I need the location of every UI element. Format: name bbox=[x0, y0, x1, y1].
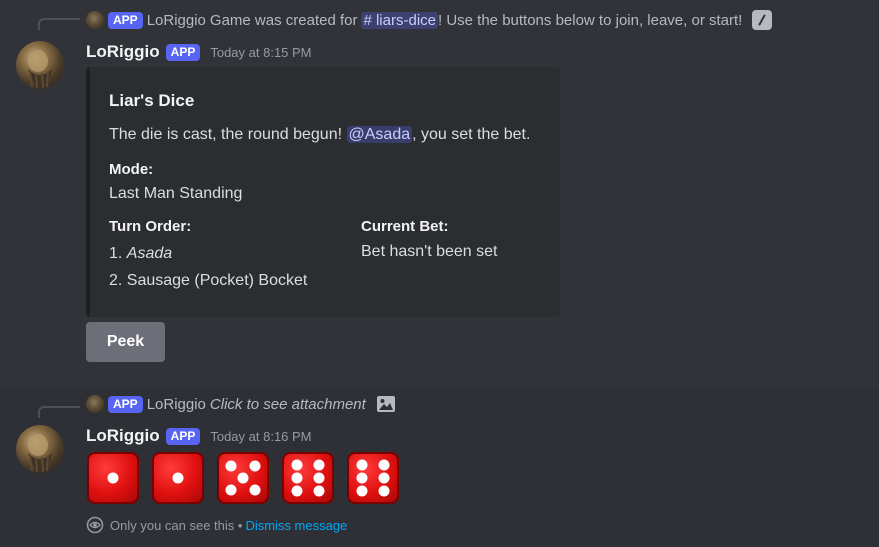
die-pip bbox=[356, 459, 368, 471]
mode-field-value: Last Man Standing bbox=[109, 185, 243, 202]
turn-order-field-name: Turn Order: bbox=[109, 218, 192, 235]
reply-author[interactable]: LoRiggio bbox=[147, 12, 206, 29]
die-pip bbox=[291, 472, 303, 484]
current-bet-field-value: Bet hasn't been set bbox=[361, 243, 498, 260]
reply-preview[interactable]: APP LoRiggio Game was created for # liar… bbox=[86, 10, 773, 30]
ephemeral-text: Only you can see this • bbox=[110, 517, 243, 533]
die-pip bbox=[313, 472, 325, 484]
slash-command-icon bbox=[752, 10, 773, 30]
user-mention[interactable]: @Asada bbox=[346, 126, 413, 143]
app-badge: APP bbox=[108, 11, 143, 29]
reply-connector bbox=[38, 18, 80, 30]
reply-author[interactable]: LoRiggio bbox=[147, 396, 206, 413]
eye-icon bbox=[86, 516, 104, 534]
message-header: LoRiggio APP Today at 8:15 PM bbox=[86, 42, 312, 62]
channel-mention[interactable]: # liars-dice bbox=[361, 11, 438, 29]
message-header: LoRiggio APP Today at 8:16 PM bbox=[86, 426, 312, 446]
dice-row bbox=[87, 452, 399, 504]
reply-connector bbox=[38, 406, 80, 418]
die-pip bbox=[225, 460, 237, 472]
ephemeral-notice: Only you can see this • Dismiss message bbox=[86, 516, 347, 534]
die-face-1 bbox=[87, 452, 139, 504]
embed-desc-after: , you set the bet. bbox=[412, 126, 531, 143]
dismiss-message-link[interactable]: Dismiss message bbox=[245, 518, 347, 533]
message-1: APP LoRiggio Game was created for # liar… bbox=[0, 0, 879, 388]
current-bet-field-name: Current Bet: bbox=[361, 218, 449, 235]
die-pip bbox=[249, 484, 261, 496]
peek-button[interactable]: Peek bbox=[86, 322, 165, 362]
turn-order-item: 2. Sausage (Pocket) Bocket bbox=[109, 272, 307, 290]
reply-avatar bbox=[86, 11, 104, 29]
app-badge: APP bbox=[108, 395, 143, 413]
embed-description: The die is cast, the round begun! @Asada… bbox=[109, 126, 530, 144]
reply-text-after: ! Use the buttons below to join, leave, … bbox=[438, 11, 743, 29]
embed-desc-before: The die is cast, the round begun! bbox=[109, 126, 343, 143]
die-pip bbox=[225, 484, 237, 496]
reply-avatar bbox=[86, 395, 104, 413]
die-pip bbox=[237, 472, 249, 484]
turn-order-player: 2. Sausage (Pocket) Bocket bbox=[109, 272, 308, 289]
die-pip bbox=[313, 485, 325, 497]
die-pip bbox=[378, 459, 390, 471]
turn-order-number: 1. bbox=[109, 245, 127, 262]
die-pip bbox=[249, 460, 261, 472]
author-name[interactable]: LoRiggio bbox=[86, 42, 160, 62]
die-pip bbox=[291, 485, 303, 497]
die-pip bbox=[291, 459, 303, 471]
author-avatar[interactable] bbox=[16, 425, 64, 473]
die-pip bbox=[378, 472, 390, 484]
die-pip bbox=[378, 485, 390, 497]
die-face-6 bbox=[347, 452, 399, 504]
author-avatar[interactable] bbox=[16, 41, 64, 89]
die-face-6 bbox=[282, 452, 334, 504]
timestamp[interactable]: Today at 8:16 PM bbox=[210, 429, 311, 444]
game-embed: Liar's Dice The die is cast, the round b… bbox=[86, 67, 560, 317]
turn-order-item: 1. Asada bbox=[109, 245, 172, 263]
die-pip bbox=[313, 459, 325, 471]
image-icon bbox=[376, 394, 396, 414]
reply-attachment-text[interactable]: Click to see attachment bbox=[210, 396, 366, 413]
reply-preview[interactable]: APP LoRiggio Click to see attachment bbox=[86, 394, 396, 414]
die-pip bbox=[356, 485, 368, 497]
mode-field-name: Mode: bbox=[109, 161, 154, 178]
reply-text-before: Game was created for bbox=[209, 11, 358, 29]
die-face-1 bbox=[152, 452, 204, 504]
author-name[interactable]: LoRiggio bbox=[86, 426, 160, 446]
die-pip bbox=[172, 472, 184, 484]
die-pip bbox=[107, 472, 119, 484]
die-face-5 bbox=[217, 452, 269, 504]
die-pip bbox=[356, 472, 368, 484]
embed-title: Liar's Dice bbox=[109, 91, 195, 110]
app-badge: APP bbox=[165, 43, 201, 61]
app-badge: APP bbox=[165, 427, 201, 445]
timestamp[interactable]: Today at 8:15 PM bbox=[210, 45, 311, 60]
turn-order-player: Asada bbox=[126, 245, 173, 262]
